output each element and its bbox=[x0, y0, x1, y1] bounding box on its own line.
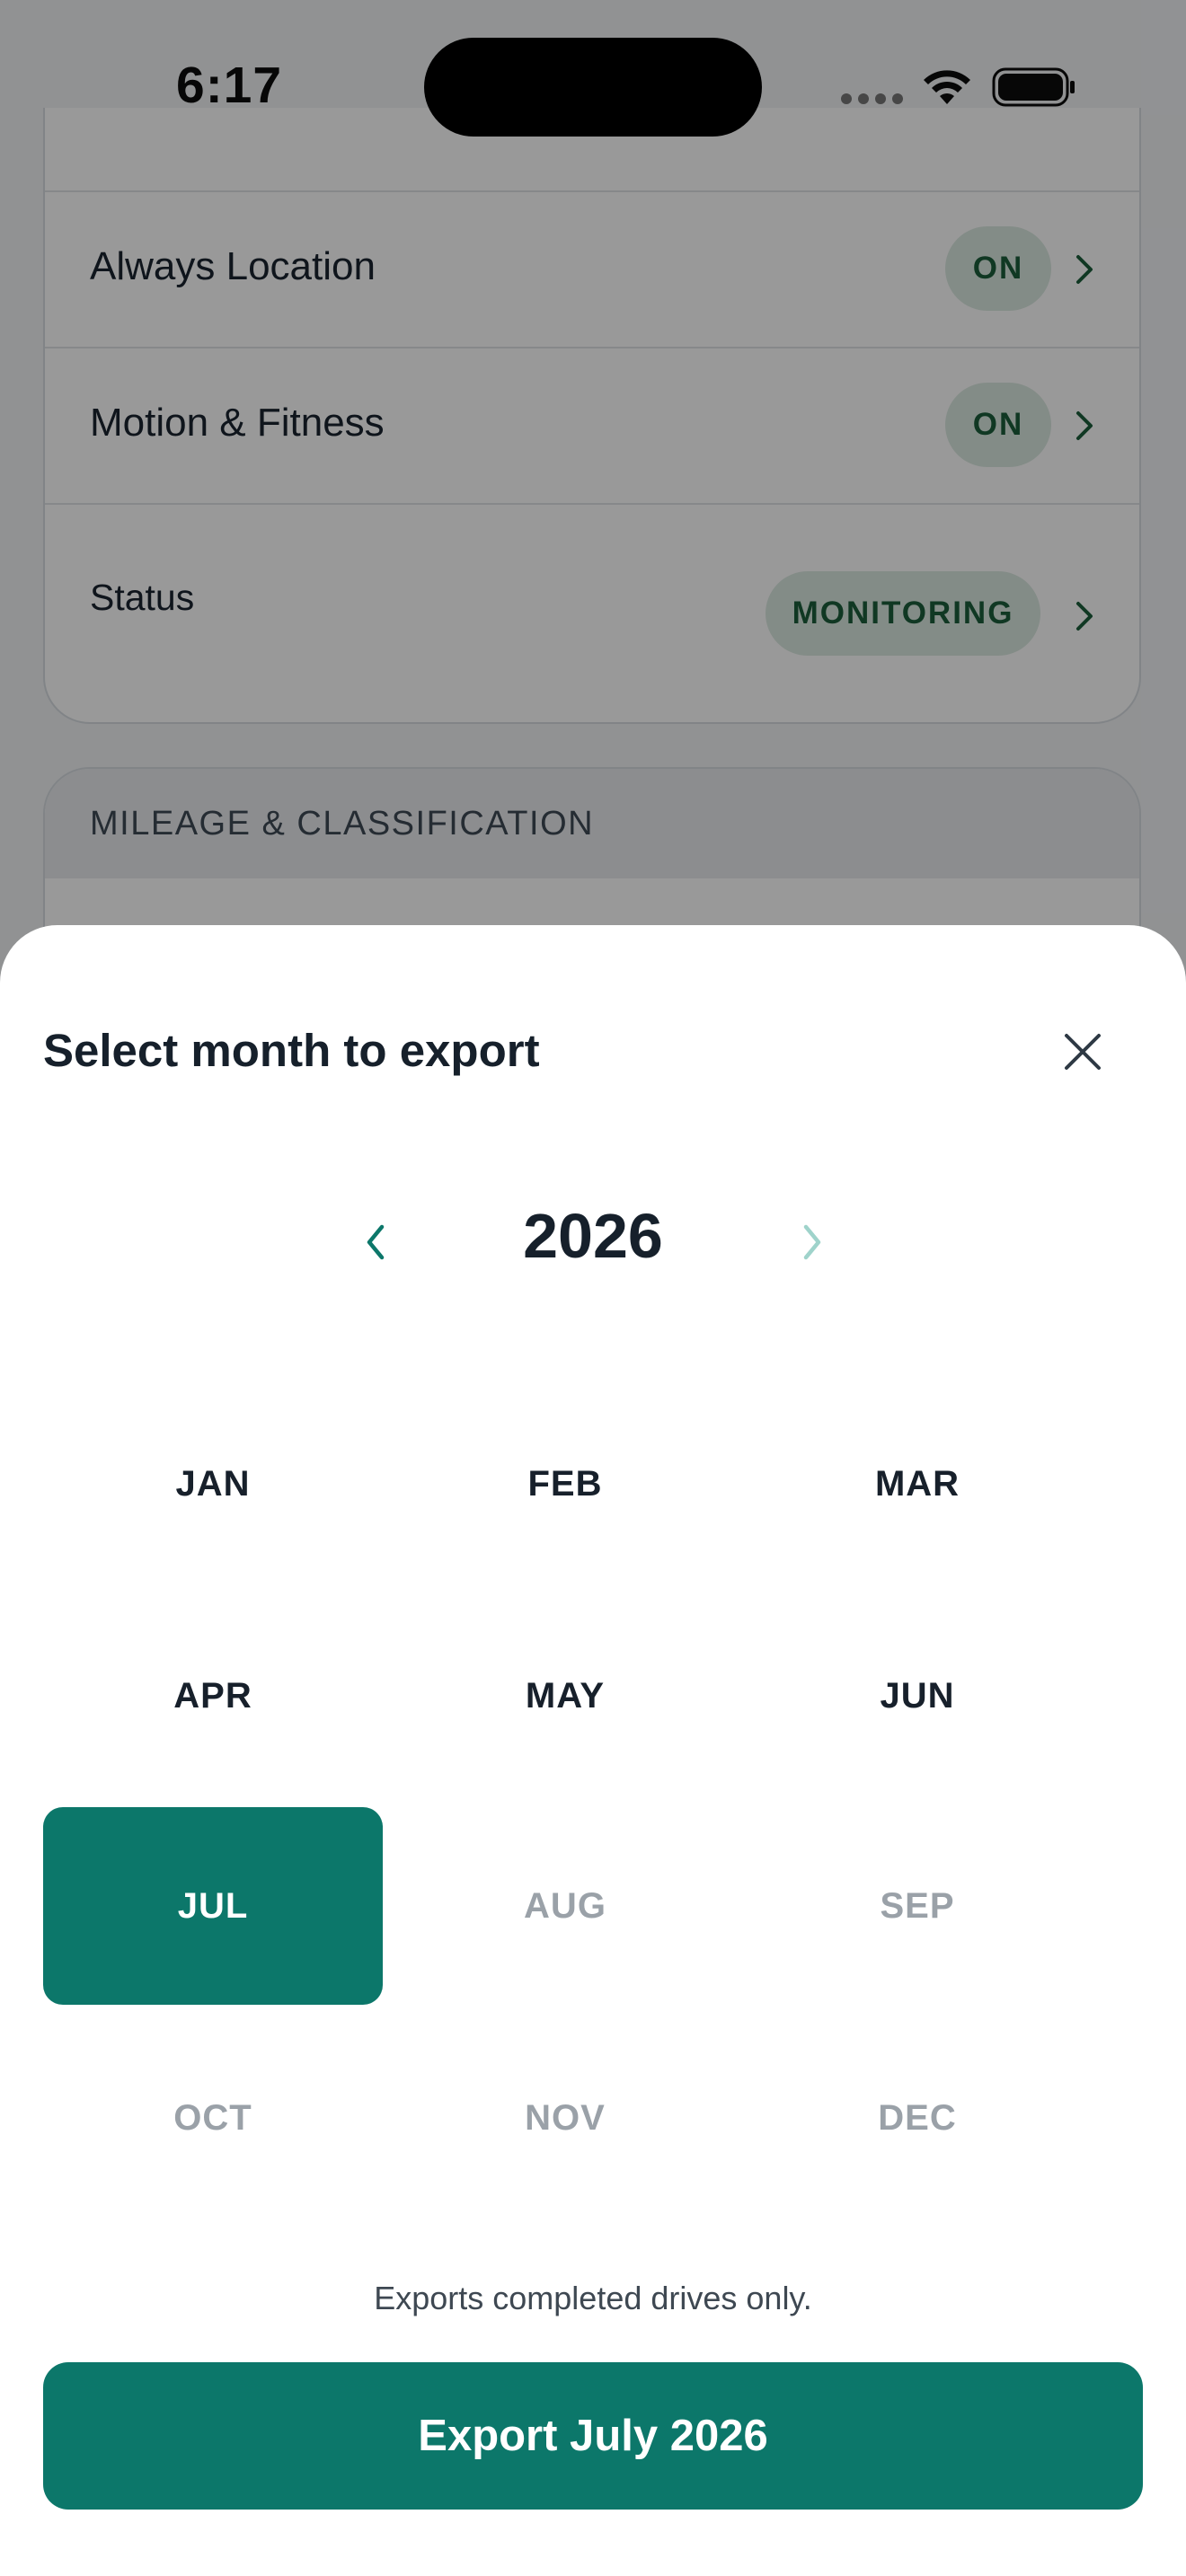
export-month-sheet: Select month to export 2026 JAN FEB MAR … bbox=[0, 925, 1186, 2576]
month-may[interactable]: MAY bbox=[395, 1597, 735, 1795]
month-aug: AUG bbox=[524, 1885, 606, 1926]
close-icon bbox=[1065, 1034, 1101, 1070]
month-feb[interactable]: FEB bbox=[395, 1385, 735, 1583]
year-label: 2026 bbox=[523, 1201, 663, 1271]
next-year-button[interactable] bbox=[785, 1213, 839, 1272]
month-oct: OCT bbox=[173, 2097, 252, 2138]
month-jul[interactable]: JUL bbox=[43, 1807, 383, 2005]
month-jan[interactable]: JAN bbox=[43, 1385, 383, 1583]
month-jun[interactable]: JUN bbox=[748, 1597, 1087, 1795]
export-button-label: Export July 2026 bbox=[418, 2412, 768, 2460]
close-button[interactable] bbox=[1051, 1020, 1114, 1083]
year-selector: 2026 bbox=[0, 1195, 1186, 1293]
month-dec: DEC bbox=[878, 2097, 957, 2138]
chevron-right-icon bbox=[803, 1224, 821, 1260]
sheet-title: Select month to export bbox=[43, 1025, 540, 1076]
month-apr[interactable]: APR bbox=[43, 1597, 383, 1795]
export-footnote: Exports completed drives only. bbox=[374, 2280, 812, 2316]
month-nov: NOV bbox=[525, 2097, 606, 2138]
month-sep: SEP bbox=[880, 1885, 955, 1926]
export-button[interactable]: Export July 2026 bbox=[43, 2362, 1143, 2510]
month-mar[interactable]: MAR bbox=[748, 1385, 1087, 1583]
